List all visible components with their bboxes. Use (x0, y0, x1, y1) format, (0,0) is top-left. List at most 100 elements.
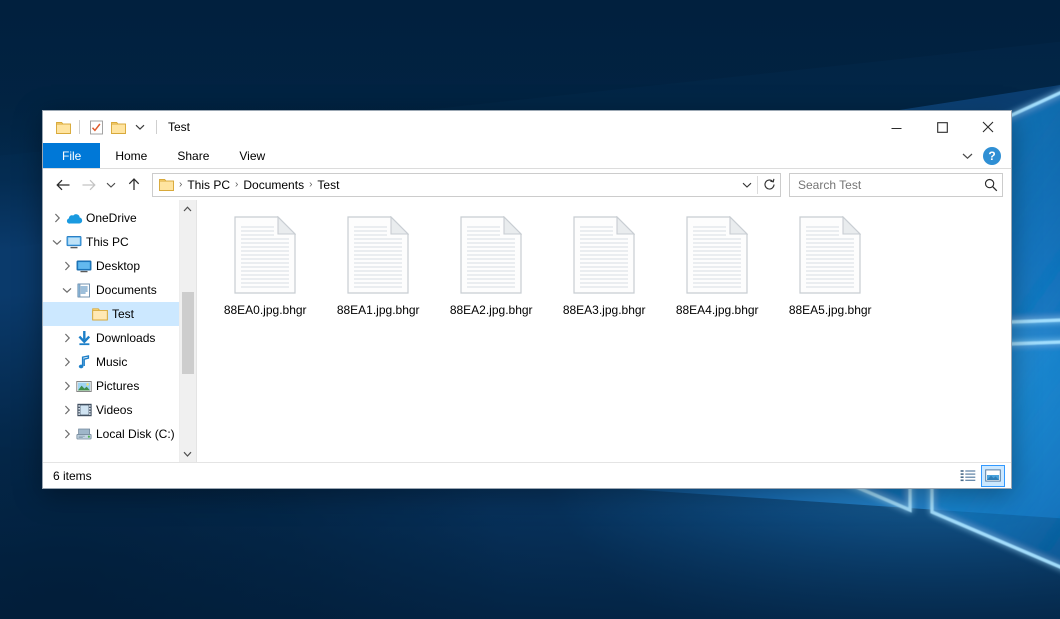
sidebar-item-desktop[interactable]: Desktop (43, 254, 179, 278)
forward-button[interactable] (76, 173, 101, 197)
sidebar-item-test[interactable]: Test (43, 302, 179, 326)
qat-separator (79, 120, 80, 134)
search-box[interactable] (789, 173, 1003, 197)
sidebar-item-music[interactable]: Music (43, 350, 179, 374)
tab-view[interactable]: View (224, 143, 280, 168)
generic-document-icon[interactable] (686, 216, 748, 294)
chevron-right-icon[interactable] (59, 350, 75, 374)
file-list-view[interactable]: 88EA0.jpg.bhgr (197, 200, 1011, 462)
folder-icon (91, 302, 109, 326)
scroll-down-icon[interactable] (180, 445, 196, 462)
title-bar: Test (43, 111, 1011, 143)
file-name-label: 88EA4.jpg.bhgr (676, 303, 759, 317)
qat-separator-2 (156, 120, 157, 134)
breadcrumb-folder-icon[interactable] (157, 178, 178, 191)
sidebar-label-pictures: Pictures (96, 379, 139, 393)
music-note-icon (75, 350, 93, 374)
videos-icon (75, 398, 93, 422)
tab-home[interactable]: Home (100, 143, 162, 168)
scrollbar-track[interactable] (180, 217, 196, 445)
desktop-icon (75, 254, 93, 278)
file-item[interactable]: 88EA0.jpg.bhgr (209, 214, 322, 336)
file-item[interactable]: 88EA5.jpg.bhgr (774, 214, 887, 336)
window-title: Test (168, 120, 190, 134)
sidebar-label-onedrive: OneDrive (86, 211, 137, 225)
file-name-label: 88EA5.jpg.bhgr (789, 303, 872, 317)
folder-icon[interactable] (52, 116, 74, 138)
generic-document-icon[interactable] (460, 216, 522, 294)
ribbon-tab-strip: File Home Share View ? (43, 143, 1011, 169)
chevron-down-icon[interactable] (59, 278, 75, 302)
sidebar-scrollbar[interactable] (179, 200, 196, 462)
sidebar-item-documents[interactable]: Documents (43, 278, 179, 302)
file-name-label: 88EA3.jpg.bhgr (563, 303, 646, 317)
breadcrumb-item-this-pc[interactable]: This PC (183, 178, 234, 192)
status-bar: 6 items (43, 462, 1011, 488)
ribbon-right-controls: ? (955, 143, 1007, 168)
breadcrumb: › This PC › Documents › Test (157, 178, 737, 192)
documents-icon (75, 278, 93, 302)
chevron-right-icon[interactable] (59, 374, 75, 398)
help-icon[interactable]: ? (983, 147, 1001, 165)
sidebar-item-this-pc[interactable]: This PC (43, 230, 179, 254)
file-explorer-window: Test File Home Share View (42, 110, 1012, 489)
file-grid: 88EA0.jpg.bhgr (209, 214, 1011, 336)
sidebar-label-videos: Videos (96, 403, 132, 417)
scrollbar-thumb[interactable] (182, 292, 194, 374)
generic-document-icon[interactable] (347, 216, 409, 294)
downloads-arrow-icon (75, 326, 93, 350)
search-icon[interactable] (984, 178, 998, 192)
chevron-right-icon[interactable] (59, 422, 75, 446)
recent-locations-button[interactable] (101, 173, 121, 197)
breadcrumb-item-documents[interactable]: Documents (239, 178, 308, 192)
this-pc-monitor-icon (65, 230, 83, 254)
address-chevron-down-icon[interactable] (737, 175, 757, 195)
search-input[interactable] (798, 178, 984, 192)
folder-tree: OneDrive This PC (43, 200, 179, 462)
desktop: Test File Home Share View (0, 0, 1060, 619)
sidebar-item-local-disk-c[interactable]: Local Disk (C:) (43, 422, 179, 446)
new-folder-icon[interactable] (107, 116, 129, 138)
breadcrumb-item-test[interactable]: Test (313, 178, 343, 192)
generic-document-icon[interactable] (573, 216, 635, 294)
chevron-right-icon[interactable] (59, 398, 75, 422)
navigation-pane: OneDrive This PC (43, 200, 197, 462)
file-item[interactable]: 88EA3.jpg.bhgr (548, 214, 661, 336)
chevron-down-icon[interactable] (955, 145, 979, 167)
quick-access-toolbar: Test (43, 116, 190, 138)
properties-icon[interactable] (85, 116, 107, 138)
sidebar-item-pictures[interactable]: Pictures (43, 374, 179, 398)
back-button[interactable] (51, 173, 76, 197)
tab-share[interactable]: Share (162, 143, 224, 168)
sidebar-item-downloads[interactable]: Downloads (43, 326, 179, 350)
file-item[interactable]: 88EA1.jpg.bhgr (322, 214, 435, 336)
pictures-icon (75, 374, 93, 398)
window-controls (873, 111, 1011, 143)
minimize-button[interactable] (873, 111, 919, 143)
refresh-icon[interactable] (758, 175, 780, 195)
chevron-down-icon[interactable] (49, 230, 65, 254)
sidebar-label-this-pc: This PC (86, 235, 129, 249)
sidebar-label-desktop: Desktop (96, 259, 140, 273)
customize-chevron-icon[interactable] (129, 116, 151, 138)
navigation-bar: › This PC › Documents › Test (43, 169, 1011, 200)
close-button[interactable] (965, 111, 1011, 143)
tab-file[interactable]: File (43, 143, 100, 168)
sidebar-item-videos[interactable]: Videos (43, 398, 179, 422)
generic-document-icon[interactable] (234, 216, 296, 294)
sidebar-label-documents: Documents (96, 283, 157, 297)
details-view-button[interactable] (957, 466, 979, 486)
sidebar-item-onedrive[interactable]: OneDrive (43, 206, 179, 230)
file-item[interactable]: 88EA4.jpg.bhgr (661, 214, 774, 336)
file-item[interactable]: 88EA2.jpg.bhgr (435, 214, 548, 336)
large-icons-view-button[interactable] (981, 465, 1005, 487)
scroll-up-icon[interactable] (180, 200, 196, 217)
chevron-right-icon[interactable] (59, 254, 75, 278)
up-button[interactable] (121, 173, 146, 197)
maximize-button[interactable] (919, 111, 965, 143)
tree-spacer (75, 302, 91, 326)
chevron-right-icon[interactable] (49, 206, 65, 230)
generic-document-icon[interactable] (799, 216, 861, 294)
chevron-right-icon[interactable] (59, 326, 75, 350)
address-bar[interactable]: › This PC › Documents › Test (152, 173, 781, 197)
